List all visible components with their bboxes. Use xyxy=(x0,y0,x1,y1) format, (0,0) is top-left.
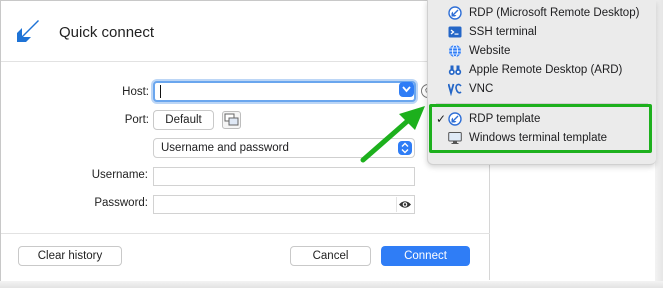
globe-icon xyxy=(449,44,461,58)
cancel-button[interactable]: Cancel xyxy=(290,246,371,266)
host-label: Host: xyxy=(122,86,149,98)
password-field[interactable] xyxy=(153,195,415,214)
username-label: Username: xyxy=(91,169,148,181)
menu-item-rdp[interactable]: RDP (Microsoft Remote Desktop) xyxy=(428,4,657,23)
dialog-header: Quick connect xyxy=(1,1,490,62)
app-logo-icon xyxy=(17,20,39,42)
port-default-button[interactable]: Default xyxy=(153,110,214,130)
footer-divider xyxy=(1,233,490,234)
green-callout-arrow xyxy=(360,106,425,163)
ssh-terminal-icon xyxy=(448,26,462,38)
port-label: Port: xyxy=(124,114,149,126)
host-dropdown-button[interactable] xyxy=(399,82,414,97)
eye-icon[interactable] xyxy=(396,197,413,212)
rdp-icon xyxy=(448,6,462,20)
menu-item-ard[interactable]: Apple Remote Desktop (ARD) xyxy=(428,61,657,80)
binoculars-icon xyxy=(448,65,462,75)
dialog-title: Quick connect xyxy=(59,24,155,41)
host-input[interactable] xyxy=(153,81,416,102)
password-label: Password: xyxy=(94,197,148,209)
menu-item-ssh[interactable]: SSH terminal xyxy=(428,23,657,42)
menu-item-vnc[interactable]: VNC xyxy=(428,80,657,99)
clear-history-button[interactable]: Clear history xyxy=(18,246,122,266)
text-caret xyxy=(160,85,161,98)
vnc-icon xyxy=(448,83,462,96)
templates-highlight-box xyxy=(429,104,652,153)
chevron-down-icon xyxy=(402,86,411,93)
auth-method-value: Username and password xyxy=(161,142,289,154)
connect-button[interactable]: Connect xyxy=(381,246,470,266)
menu-item-website[interactable]: Website xyxy=(428,42,657,61)
port-settings-icon[interactable] xyxy=(222,111,241,129)
shadow-bottom xyxy=(0,281,663,288)
